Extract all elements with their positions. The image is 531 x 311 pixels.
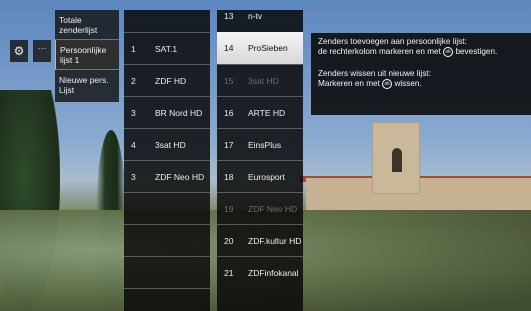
channel-name: ZDF HD bbox=[155, 75, 187, 86]
ok-button-icon: ok bbox=[443, 47, 454, 57]
gear-icon[interactable]: ⚙ bbox=[10, 40, 28, 62]
channel-number: 14 bbox=[224, 43, 234, 53]
channel-name: 3sat HD bbox=[248, 75, 279, 86]
channel-name: BR Nord HD bbox=[155, 107, 203, 118]
channel-name: ARTE HD bbox=[248, 107, 286, 118]
channel-name: SAT.1 bbox=[155, 43, 178, 54]
channel-row[interactable]: 1 SAT.1 bbox=[124, 32, 210, 64]
channel-name: Eurosport bbox=[248, 171, 285, 182]
channel-name: n-tv bbox=[248, 11, 263, 21]
channel-number: 21 bbox=[224, 267, 234, 278]
channel-number: 17 bbox=[224, 139, 234, 150]
menu-item-label: Totale zenderlijst bbox=[59, 14, 98, 35]
channel-row[interactable]: 2 ZDF HD bbox=[124, 64, 210, 96]
channel-row[interactable]: 4 3sat HD bbox=[124, 128, 210, 160]
channel-number: 16 bbox=[224, 107, 234, 118]
channel-name: ZDFinfokanal bbox=[248, 267, 299, 278]
channel-name: 3sat HD bbox=[155, 139, 186, 150]
menu-item-label: Persoonlijke lijst 1 bbox=[60, 44, 107, 65]
channel-number: 13 bbox=[224, 11, 234, 21]
ok-button-icon: ok bbox=[382, 79, 393, 90]
menu-item-nieuwe-pers-lijst[interactable]: Nieuwe pers. Lijst bbox=[55, 70, 119, 100]
channel-number: 3 bbox=[131, 171, 136, 182]
channel-number: 18 bbox=[224, 171, 234, 182]
channel-name: ZDF.kultur HD bbox=[248, 235, 302, 246]
help-text-add-title: Zenders toevoegen aan persoonlijke lijst… bbox=[318, 37, 467, 46]
help-text-delete-end: wissen. bbox=[394, 79, 422, 89]
channel-number: 3 bbox=[131, 107, 136, 118]
background-tower-window bbox=[392, 148, 402, 172]
channel-name: ZDF Neo HD bbox=[155, 171, 205, 182]
all-channels-column: 13 n-tv 14 ProSieben 15 3sat HD 16 ARTE HD 1… bbox=[217, 10, 303, 311]
channel-row-empty[interactable] bbox=[124, 256, 210, 288]
list-menu: Totale zenderlijst Persoonlijke lijst 1 … bbox=[55, 10, 119, 102]
channel-row[interactable]: 17 EinsPlus bbox=[217, 128, 303, 160]
help-text-delete-desc: Markeren en met bbox=[318, 79, 380, 89]
channel-row-empty[interactable] bbox=[124, 288, 210, 311]
channel-row-selected[interactable]: 14 ProSieben bbox=[217, 32, 303, 64]
more-button[interactable]: ··· bbox=[33, 40, 51, 62]
menu-item-totale-zenderlijst[interactable]: Totale zenderlijst bbox=[55, 10, 119, 40]
channel-row[interactable]: 21 ZDFinfokanal bbox=[217, 256, 303, 288]
channel-number: 19 bbox=[224, 203, 234, 214]
channel-row[interactable]: 13 n-tv bbox=[217, 0, 303, 32]
channel-number: 4 bbox=[131, 139, 136, 150]
tv-screen: ⚙ ··· Totale zenderlijst Persoonlijke li… bbox=[0, 0, 531, 311]
channel-number: 20 bbox=[224, 235, 234, 246]
channel-name: EinsPlus bbox=[248, 139, 282, 150]
channel-name: ProSieben bbox=[248, 43, 288, 53]
channel-row[interactable]: 3 BR Nord HD bbox=[124, 96, 210, 128]
menu-item-persoonlijke-lijst-1[interactable]: Persoonlijke lijst 1 bbox=[55, 40, 119, 70]
channel-number: 1 bbox=[131, 43, 136, 54]
help-text-delete-title: Zenders wissen uit nieuwe lijst: bbox=[318, 69, 431, 79]
help-text-add-end: bevestigen. bbox=[455, 47, 498, 57]
help-info-box: Zenders toevoegen aan persoonlijke lijst… bbox=[311, 33, 531, 115]
channel-row-disabled[interactable]: 15 3sat HD bbox=[217, 64, 303, 96]
channel-row[interactable]: 16 ARTE HD bbox=[217, 96, 303, 128]
channel-number: 15 bbox=[224, 75, 234, 86]
menu-item-label: Nieuwe pers. Lijst bbox=[59, 75, 109, 95]
channel-row-empty[interactable] bbox=[124, 192, 210, 224]
channel-row-disabled[interactable]: 19 ZDF Neo HD bbox=[217, 192, 303, 224]
channel-row-empty[interactable] bbox=[124, 224, 210, 256]
personal-list-column: 1 SAT.1 2 ZDF HD 3 BR Nord HD 4 3sat HD 3 ZDF… bbox=[124, 10, 210, 311]
channel-name: ZDF Neo HD bbox=[248, 203, 298, 214]
channel-number: 2 bbox=[131, 75, 136, 86]
channel-row[interactable]: 20 ZDF.kultur HD bbox=[217, 224, 303, 256]
help-text-add-desc: de rechterkolom markeren en met bbox=[318, 47, 441, 57]
channel-row[interactable]: 3 ZDF Neo HD bbox=[124, 160, 210, 192]
channel-row[interactable]: 18 Eurosport bbox=[217, 160, 303, 192]
